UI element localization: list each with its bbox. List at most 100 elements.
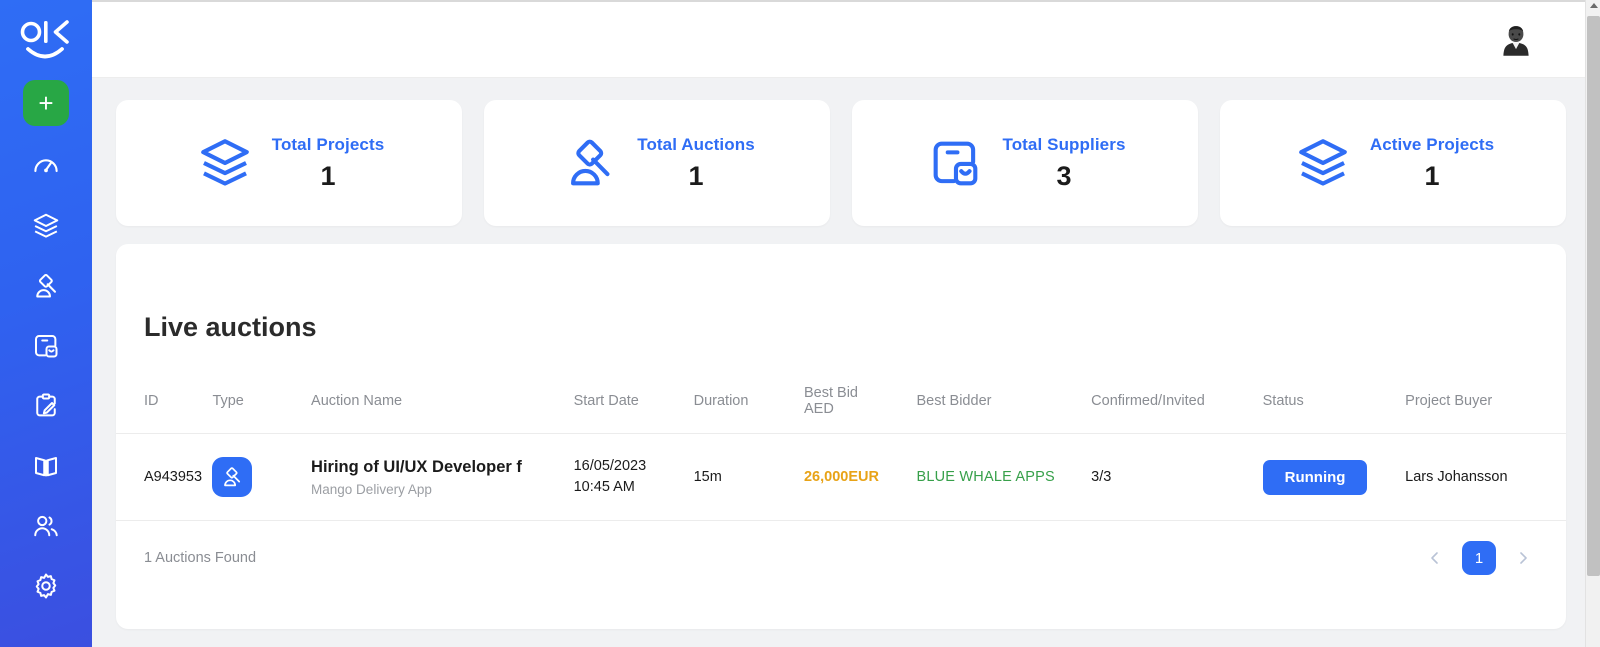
- stat-value: 1: [688, 160, 704, 191]
- stat-card-active-projects[interactable]: Active Projects 1: [1220, 100, 1566, 226]
- olk-logo-icon: [20, 20, 69, 59]
- cell-best-bidder: BLUE WHALE APPS: [916, 433, 1092, 522]
- auction-name[interactable]: Hiring of UI/UX Developer f: [311, 458, 549, 477]
- app-logo[interactable]: [15, 10, 77, 72]
- cell-best-bid: 26,000EUR: [803, 433, 917, 522]
- results-count: 1 Auctions Found: [144, 550, 257, 567]
- sidebar-item-dashboard[interactable]: [0, 136, 92, 196]
- gavel-icon: [559, 132, 621, 194]
- auction-name-wrap: Hiring of UI/UX Developer f Mango Delive…: [311, 458, 574, 497]
- open-book-icon: [35, 457, 57, 477]
- stat-value: 1: [1424, 160, 1440, 191]
- stat-card-total-auctions[interactable]: Total Auctions 1: [484, 100, 830, 226]
- sidebar-item-settings[interactable]: [0, 556, 92, 616]
- project-buyer-name: Lars Johansson: [1405, 469, 1508, 486]
- col-header-start-date[interactable]: Start Date: [574, 385, 694, 434]
- main-area: Total Projects 1 Total Auctions 1 Total …: [92, 0, 1600, 647]
- layers-icon: [33, 213, 59, 238]
- start-date-wrap: 16/05/2023 10:45 AM: [574, 456, 694, 498]
- pagination-prev-button[interactable]: [1420, 543, 1450, 573]
- app-root: + Total Projects 1 Total Auctions 1 Tota…: [0, 0, 1600, 647]
- stat-card-total-suppliers[interactable]: Total Suppliers 3: [852, 100, 1198, 226]
- cell-id: A943953: [116, 433, 213, 522]
- start-date: 16/05/2023: [573, 458, 647, 474]
- pagination: 1: [1420, 541, 1538, 576]
- pagination-next-button[interactable]: [1508, 543, 1538, 573]
- gavel-icon: [224, 467, 241, 487]
- user-avatar-photo: [1494, 16, 1538, 61]
- gavel-icon: [36, 273, 56, 298]
- col-header-status[interactable]: Status: [1263, 385, 1406, 434]
- cell-start-date: 16/05/2023 10:45 AM: [573, 433, 694, 522]
- col-header-id[interactable]: ID: [116, 385, 212, 434]
- sidebar-item-auctions[interactable]: [0, 256, 92, 316]
- stats-row: Total Projects 1 Total Auctions 1 Total …: [116, 100, 1566, 226]
- cell-auction-name: Hiring of UI/UX Developer f Mango Delive…: [311, 433, 574, 522]
- chevron-left-icon: [1431, 552, 1438, 564]
- cell-confirmed-invited: 3/3: [1091, 433, 1263, 522]
- add-new-button[interactable]: +: [23, 80, 69, 126]
- sidebar-item-suppliers[interactable]: [0, 316, 92, 376]
- stat-label: Active Projects: [1369, 134, 1495, 154]
- scrollbar-thumb[interactable]: [1587, 16, 1600, 576]
- pagination-page-1[interactable]: 1: [1462, 541, 1496, 576]
- speedometer-icon: [34, 159, 58, 173]
- cell-status: Running: [1262, 433, 1406, 522]
- start-time: 10:45 AM: [573, 479, 635, 496]
- best-bidder-name: BLUE WHALE APPS: [916, 469, 1055, 486]
- col-header-best-bid-line1: Best Bid: [803, 385, 858, 401]
- stat-text: Total Auctions 1: [637, 135, 755, 192]
- stat-label: Total Projects: [271, 134, 385, 154]
- clipboard-edit-icon: [36, 393, 56, 417]
- add-new-label: +: [38, 88, 54, 118]
- table-footer: 1 Auctions Found 1: [116, 521, 1566, 601]
- col-header-project-buyer[interactable]: Project Buyer: [1405, 385, 1566, 434]
- status-badge[interactable]: Running: [1262, 459, 1368, 495]
- live-auctions-panel: Live auctions ID Type Auction Name Start…: [116, 244, 1566, 629]
- sidebar-item-requests[interactable]: [0, 376, 92, 436]
- table-body: A943953 Hiring of UI/UX Developer f Mang…: [116, 433, 1566, 522]
- sidebar-item-users[interactable]: [0, 496, 92, 556]
- best-bid-amount: 26,000EUR: [803, 469, 879, 486]
- col-header-auction-name[interactable]: Auction Name: [311, 385, 574, 434]
- avatar[interactable]: [1494, 16, 1538, 61]
- table-row[interactable]: A943953 Hiring of UI/UX Developer f Mang…: [116, 433, 1566, 522]
- table-head: ID Type Auction Name Start Date Duration…: [116, 385, 1566, 434]
- stat-label: Total Suppliers: [1002, 134, 1126, 154]
- stat-value: 1: [320, 160, 336, 191]
- top-bar: [92, 0, 1600, 78]
- stat-text: Active Projects 1: [1370, 135, 1494, 192]
- cell-type: [212, 433, 312, 522]
- supplier-box-icon: [924, 132, 986, 194]
- stat-text: Total Suppliers 3: [1002, 135, 1125, 192]
- page-scrollbar[interactable]: [1585, 0, 1600, 647]
- gear-icon: [35, 573, 57, 599]
- window-top-divider: [92, 0, 1600, 2]
- layers-icon: [194, 132, 256, 194]
- col-header-best-bid-line2: AED: [803, 401, 834, 417]
- scrollbar-up-arrow-icon[interactable]: [1590, 3, 1598, 8]
- layers-icon: [1292, 132, 1354, 194]
- stat-label: Total Auctions: [637, 134, 755, 154]
- sidebar: +: [0, 0, 92, 647]
- stat-value: 3: [1056, 160, 1072, 191]
- auction-project: Mango Delivery App: [311, 481, 432, 497]
- col-header-best-bidder[interactable]: Best Bidder: [917, 385, 1092, 434]
- table-header-row: ID Type Auction Name Start Date Duration…: [116, 385, 1566, 434]
- col-header-best-bid[interactable]: Best Bid AED: [804, 385, 917, 434]
- col-header-duration[interactable]: Duration: [694, 385, 804, 434]
- auctions-table: ID Type Auction Name Start Date Duration…: [116, 385, 1566, 522]
- users-icon: [34, 515, 58, 537]
- stat-card-total-projects[interactable]: Total Projects 1: [116, 100, 462, 226]
- auction-type-badge[interactable]: [212, 457, 253, 498]
- page-title: Live auctions: [144, 312, 317, 342]
- sidebar-item-projects[interactable]: [0, 196, 92, 256]
- supplier-box-icon: [35, 335, 58, 358]
- col-header-type[interactable]: Type: [212, 385, 311, 434]
- sidebar-item-catalog[interactable]: [0, 436, 92, 496]
- sidebar-nav: [0, 136, 92, 616]
- col-header-confirmed-invited[interactable]: Confirmed/Invited: [1091, 385, 1262, 434]
- content-area: Total Projects 1 Total Auctions 1 Total …: [92, 78, 1600, 629]
- chevron-right-icon: [1520, 552, 1527, 564]
- cell-project-buyer: Lars Johansson: [1405, 433, 1566, 522]
